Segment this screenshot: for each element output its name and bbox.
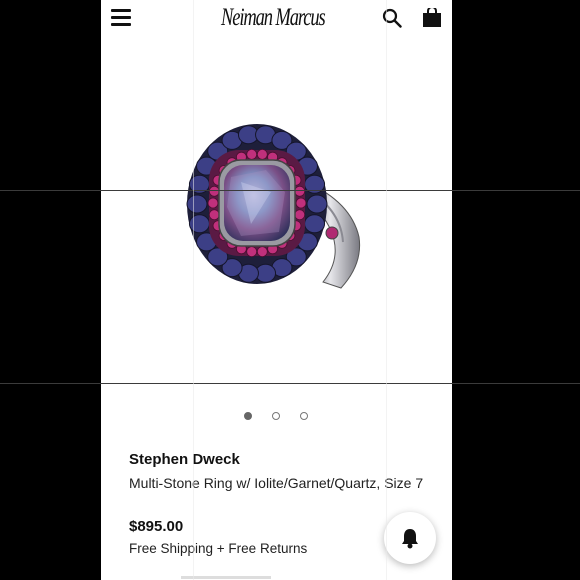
mobile-page: Neiman Marcus Stephen Dweck Multi-Stone … xyxy=(101,0,452,580)
product-price: $895.00 xyxy=(129,518,184,535)
notify-button[interactable] xyxy=(384,512,436,564)
garnet-stone xyxy=(246,246,258,258)
carousel-dot-2[interactable] xyxy=(272,412,280,420)
scroll-indicator xyxy=(181,576,271,579)
grid-divider xyxy=(193,0,194,580)
garnet-stone xyxy=(294,209,306,221)
grid-divider xyxy=(0,190,580,191)
garnet-stone xyxy=(256,246,268,258)
screenshot-frame: Neiman Marcus Stephen Dweck Multi-Stone … xyxy=(0,0,580,580)
product-title: Multi-Stone Ring w/ Iolite/Garnet/Quartz… xyxy=(129,475,424,491)
garnet-stone xyxy=(295,197,307,209)
shipping-info: Free Shipping + Free Returns xyxy=(129,541,308,556)
grid-divider xyxy=(0,383,580,384)
site-header: Neiman Marcus xyxy=(101,0,452,43)
grid-divider xyxy=(386,0,387,580)
garnet-stone xyxy=(256,148,268,160)
iolite-stone xyxy=(186,194,208,214)
shopping-bag-icon[interactable] xyxy=(421,8,443,28)
garnet-stone xyxy=(208,209,220,221)
search-icon[interactable] xyxy=(382,8,402,28)
garnet-stone xyxy=(246,148,258,160)
carousel-indicator xyxy=(101,410,452,424)
designer-name[interactable]: Stephen Dweck xyxy=(129,451,240,468)
hamburger-menu-icon[interactable] xyxy=(111,9,131,26)
garnet-stone xyxy=(208,185,220,197)
iolite-stone xyxy=(306,194,328,214)
ring-illustration xyxy=(186,124,361,289)
carousel-dot-3[interactable] xyxy=(300,412,308,420)
product-image[interactable] xyxy=(101,42,452,392)
carousel-dot-1[interactable] xyxy=(244,412,252,420)
garnet-stone xyxy=(207,197,219,209)
bell-icon xyxy=(402,529,418,549)
iolite-stone xyxy=(304,214,326,234)
brand-logo[interactable]: Neiman Marcus xyxy=(221,4,326,34)
garnet-stone xyxy=(294,185,306,197)
